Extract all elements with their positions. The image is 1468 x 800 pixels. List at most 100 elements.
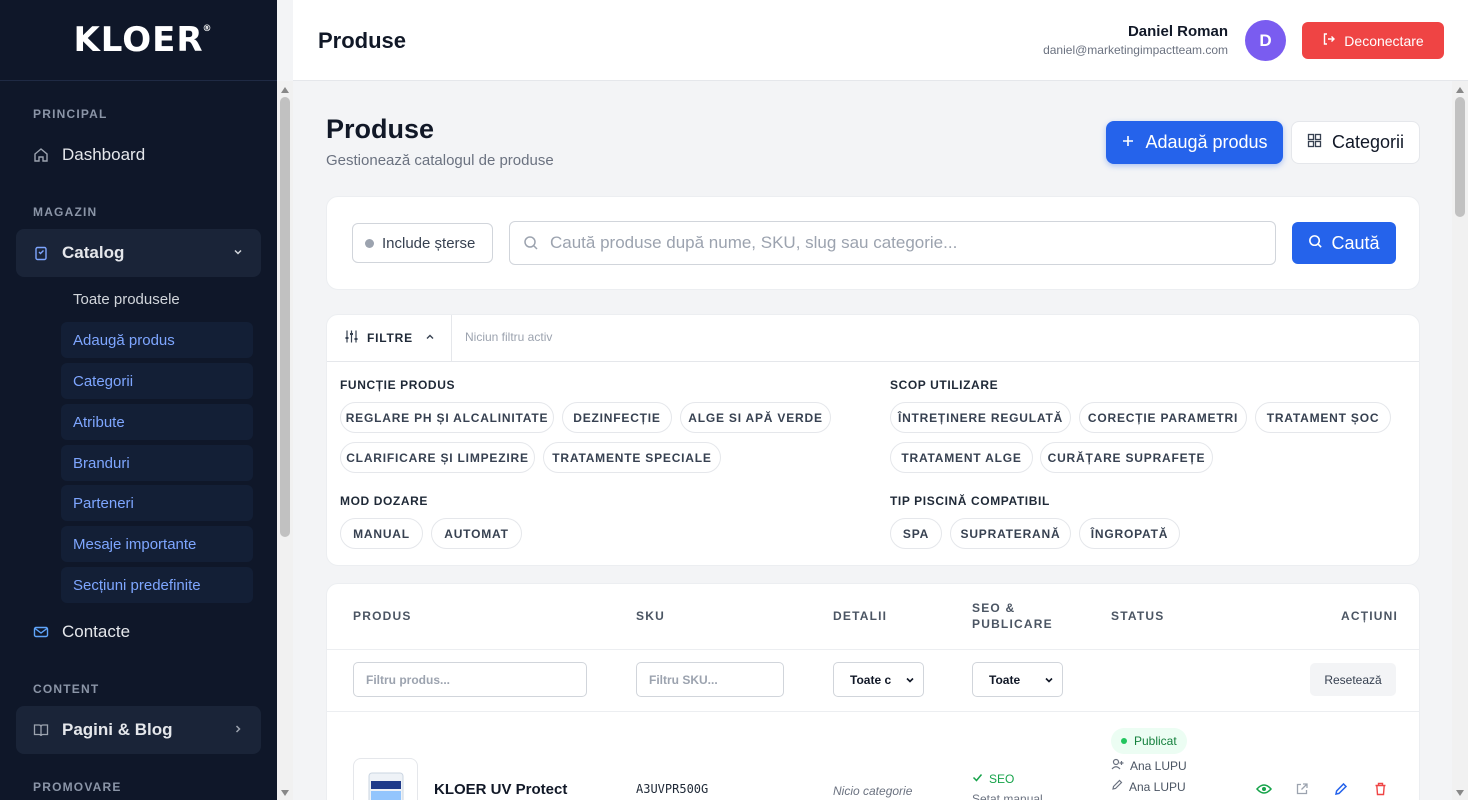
filter-chip-manual[interactable]: MANUAL (340, 518, 423, 549)
filter-chip-automat[interactable]: AUTOMAT (431, 518, 522, 549)
sliders-icon (344, 329, 359, 347)
product-category: Nicio categorie (833, 784, 913, 798)
details-filter-select[interactable]: Toate c (833, 662, 924, 697)
external-link-icon[interactable] (1293, 780, 1311, 798)
scroll-up-arrow-icon[interactable] (1456, 87, 1464, 93)
filter-chip-tratament-soc[interactable]: TRATAMENT ȘOC (1255, 402, 1391, 433)
search-button-label: Caută (1331, 232, 1380, 253)
sidebar-item-catalog[interactable]: Catalog (16, 229, 261, 277)
product-filter-input[interactable]: Filtru produs... (353, 662, 587, 697)
header-title: Produse (318, 28, 407, 53)
chevron-right-icon (233, 723, 243, 737)
product-thumbnail[interactable] (353, 758, 418, 800)
sidebar-sub-sectiuni-predefinite[interactable]: Secțiuni predefinite (61, 567, 253, 603)
edit-icon[interactable] (1332, 780, 1350, 798)
sidebar-item-dashboard[interactable]: Dashboard (16, 131, 261, 179)
sidebar-scrollbar-thumb[interactable] (280, 97, 290, 537)
sidebar-sub-mesaje-importante[interactable]: Mesaje importante (61, 526, 253, 562)
filter-group-dozare-label: MOD DOZARE (340, 494, 428, 508)
home-icon (32, 146, 50, 164)
filter-chip-clarificare[interactable]: CLARIFICARE ȘI LIMPEZIRE (340, 442, 535, 473)
column-header-sku: SKU (636, 609, 665, 623)
filter-chip-tratament-alge[interactable]: TRATAMENT ALGE (890, 442, 1033, 473)
include-deleted-toggle[interactable]: Include șterse (352, 223, 493, 263)
filter-chip-dezinfectie[interactable]: DEZINFECȚIE (562, 402, 672, 433)
avatar[interactable]: D (1245, 20, 1286, 61)
main-scrollbar-thumb[interactable] (1455, 97, 1465, 217)
add-product-button[interactable]: Adaugă produs (1106, 121, 1283, 164)
filter-chip-curatare-suprafete[interactable]: CURĂȚARE SUPRAFEȚE (1040, 442, 1213, 473)
filter-chip-suprateran[interactable]: SUPRATERANĂ (950, 518, 1071, 549)
column-header-seo-line2: PUBLICARE (972, 617, 1053, 631)
section-promovare: PROMOVARE (33, 780, 122, 794)
reset-filters-button[interactable]: Resetează (1310, 663, 1396, 696)
scroll-down-arrow-icon[interactable] (281, 790, 289, 796)
sidebar-scrollbar[interactable] (277, 81, 293, 800)
user-email: daniel@marketingimpactteam.com (1043, 43, 1228, 57)
product-name[interactable]: KLOER UV Protect (434, 781, 567, 798)
status-dot-icon (1121, 738, 1127, 744)
sidebar-item-label: Pagini & Blog (62, 720, 173, 739)
include-deleted-label: Include șterse (382, 234, 476, 252)
add-product-label: Adaugă produs (1145, 132, 1268, 152)
filter-chip-reglare-ph[interactable]: REGLARE PH ȘI ALCALINITATE (340, 402, 554, 433)
pencil-icon (1111, 779, 1123, 794)
logout-label: Deconectare (1344, 32, 1424, 49)
product-sku: A3UVPR500G (636, 782, 709, 796)
created-by-name: Ana LUPU (1130, 758, 1187, 773)
column-header-status: STATUS (1111, 609, 1165, 623)
top-header: Produse Daniel Roman daniel@marketingimp… (293, 0, 1468, 81)
trash-icon[interactable] (1371, 780, 1389, 798)
logout-button[interactable]: Deconectare (1302, 22, 1444, 59)
created-by: Ana LUPU (1111, 758, 1187, 773)
kloer-logo[interactable]: KLOER ® (73, 20, 211, 60)
filters-toggle[interactable]: FILTRE (327, 315, 452, 361)
sidebar-sub-branduri[interactable]: Branduri (61, 445, 253, 481)
sidebar-sub-atribute[interactable]: Atribute (61, 404, 253, 440)
filter-chip-ingropata[interactable]: ÎNGROPATĂ (1079, 518, 1180, 549)
scroll-up-arrow-icon[interactable] (281, 87, 289, 93)
sidebar-sub-toate-produsele[interactable]: Toate produsele (61, 281, 253, 317)
chevron-down-icon (905, 674, 915, 688)
main-scrollbar[interactable] (1452, 81, 1468, 800)
scroll-down-arrow-icon[interactable] (1456, 790, 1464, 796)
seo-label: SEO (989, 772, 1015, 786)
seo-status: SEO (972, 772, 1014, 786)
chevron-up-icon (425, 331, 435, 345)
search-button[interactable]: Caută (1292, 222, 1396, 264)
details-select-value: Toate c (850, 672, 892, 687)
categories-label: Categorii (1331, 132, 1405, 152)
search-icon (523, 235, 539, 256)
filter-group-functie-label: FUNCȚIE PRODUS (340, 378, 456, 392)
search-icon (1308, 233, 1323, 254)
logout-icon (1322, 32, 1336, 49)
chevron-down-icon (233, 246, 243, 260)
grid-icon (1307, 132, 1322, 153)
seo-select-value: Toate (989, 672, 1021, 687)
sidebar-sub-parteneri[interactable]: Parteneri (61, 485, 253, 521)
section-content: CONTENT (33, 682, 100, 696)
page-subtitle: Gestionează catalogul de produse (326, 152, 554, 169)
filters-toggle-label: FILTRE (367, 331, 413, 345)
sku-filter-input[interactable]: Filtru SKU... (636, 662, 784, 697)
filter-chip-corectie-parametri[interactable]: CORECȚIE PARAMETRI (1079, 402, 1247, 433)
header-divider (327, 649, 1419, 650)
sidebar-item-contacte[interactable]: Contacte (16, 608, 261, 656)
filter-chip-alge-apa-verde[interactable]: ALGE SI APĂ VERDE (680, 402, 831, 433)
sidebar-item-pagini-blog[interactable]: Pagini & Blog (16, 706, 261, 754)
products-table: PRODUS SKU DETALII SEO & PUBLICARE STATU… (326, 583, 1420, 800)
filter-chip-intretinere[interactable]: ÎNTREȚINERE REGULATĂ (890, 402, 1071, 433)
view-icon[interactable] (1255, 780, 1273, 798)
column-header-seo-line1: SEO & (972, 601, 1016, 615)
edited-by-name: Ana LUPU (1129, 779, 1186, 794)
search-input[interactable]: Caută produse după nume, SKU, slug sau c… (509, 221, 1276, 265)
column-header-detalii: DETALII (833, 609, 888, 623)
filter-chip-tratamente-speciale[interactable]: TRATAMENTE SPECIALE (543, 442, 721, 473)
filters-header: FILTRE Niciun filtru activ (327, 315, 1419, 362)
edited-by: Ana LUPU (1111, 779, 1186, 794)
filter-chip-spa[interactable]: SPA (890, 518, 942, 549)
sidebar-sub-adauga-produs[interactable]: Adaugă produs (61, 322, 253, 358)
categories-button[interactable]: Categorii (1291, 121, 1420, 164)
sidebar-sub-categorii[interactable]: Categorii (61, 363, 253, 399)
seo-filter-select[interactable]: Toate (972, 662, 1063, 697)
